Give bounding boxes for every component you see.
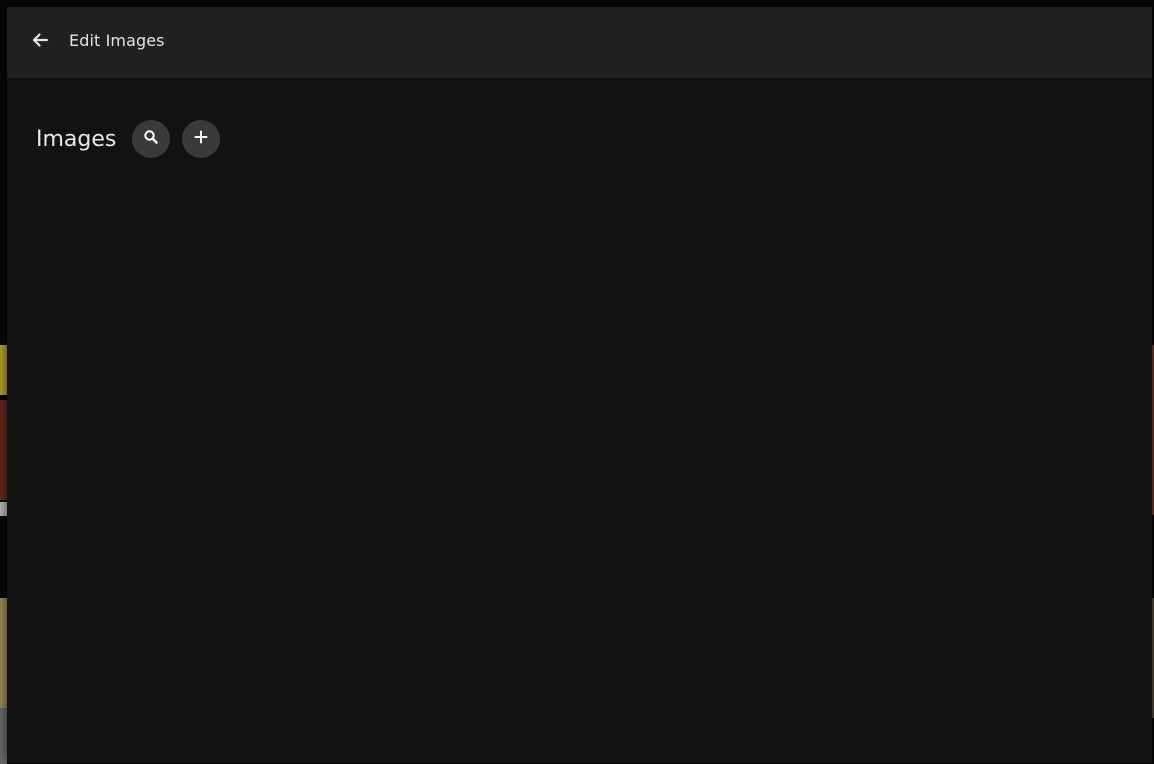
dialog-title: Edit Images — [69, 31, 165, 50]
back-button[interactable] — [25, 27, 55, 57]
search-images-button[interactable] — [132, 120, 171, 158]
images-section-header: Images — [36, 119, 232, 159]
background-thumbnail — [0, 598, 7, 708]
plus-icon — [193, 129, 209, 149]
add-image-button[interactable] — [182, 120, 221, 158]
background-thumbnail — [0, 502, 7, 516]
section-title: Images — [36, 126, 117, 152]
dialog-header: Edit Images — [7, 7, 1152, 78]
search-icon — [143, 129, 159, 149]
background-thumbnail — [0, 708, 7, 764]
arrow-left-icon — [30, 30, 50, 54]
background-thumbnail — [0, 345, 7, 395]
edit-images-dialog: Edit Images Images — [7, 7, 1152, 763]
background-thumbnail — [0, 400, 7, 500]
